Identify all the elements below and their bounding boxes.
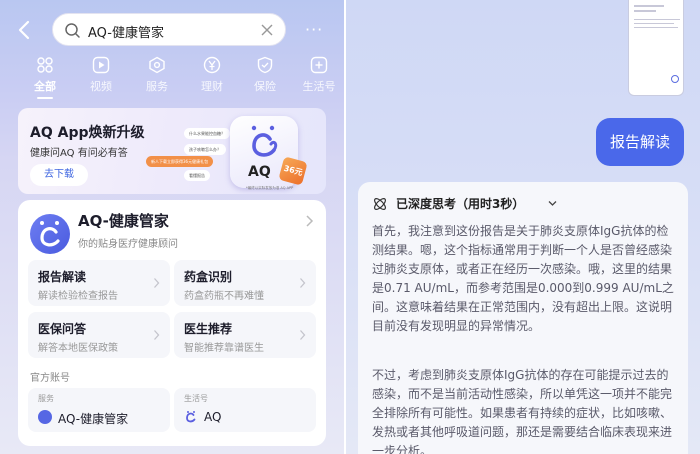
chevron-right-icon [154, 278, 160, 288]
category-tabs: 全部 视频 服务 理财 保险 生活号 [0, 56, 344, 100]
deep-think-icon [374, 198, 386, 210]
service-card: AQ-健康管家 你的贴身医疗健康顾问 报告解读 解读检验检查报告 药盒识别 药盒… [18, 200, 326, 446]
zoom-icon[interactable] [671, 75, 679, 83]
search-input[interactable]: AQ-健康管家 [52, 13, 286, 46]
tile-subtitle: 解读检验检查报告 [38, 291, 118, 302]
search-query-text: AQ-健康管家 [88, 26, 164, 41]
aq-logo-icon [186, 411, 196, 423]
chevron-right-icon [300, 278, 306, 288]
tile-subtitle: 解答本地医保政策 [38, 343, 118, 354]
play-icon [92, 56, 110, 74]
thinking-paragraph: 首先，我注意到这份报告是关于肺炎支原体IgG抗体的检测结果。嗯，这个指标通常用于… [372, 224, 674, 333]
tile-title: 报告解读 [38, 270, 87, 284]
tile-subtitle: 药盒药瓶不再难懂 [184, 291, 264, 302]
banner-fineprint: *最终以实际发放为准 AQ APP [246, 186, 294, 190]
thinking-status: 已深度思考（用时3秒） [396, 197, 525, 211]
grid-icon [37, 57, 53, 73]
tile-subtitle: 智能推荐靠谱医生 [184, 343, 264, 354]
alipay-search-pane: AQ-健康管家 ··· 全部 视频 服务 理财 保险 生活号 AQ App焕新升… [0, 0, 344, 454]
tab-label: 服务 [146, 80, 168, 93]
tab-label: 理财 [201, 80, 223, 93]
life-icon [310, 56, 328, 74]
tab-insurance[interactable]: 保险 [238, 56, 292, 94]
doctor-recommend-tile[interactable]: 医生推荐 智能推荐靠谱医生 [174, 312, 316, 358]
ai-answer-card: 已深度思考（用时3秒） 首先，我注意到这份报告是关于肺炎支原体IgG抗体的检测结… [358, 182, 688, 454]
tab-all[interactable]: 全部 [18, 56, 72, 99]
life-account-item[interactable]: 生活号 AQ [174, 388, 316, 432]
chevron-right-icon [154, 330, 160, 340]
tab-service[interactable]: 服务 [130, 56, 184, 94]
official-accounts-label: 官方账号 [30, 373, 70, 384]
pillbox-recognition-tile[interactable]: 药盒识别 药盒药瓶不再难懂 [174, 260, 316, 306]
user-message-bubble: 报告解读 [596, 118, 684, 166]
back-arrow-icon[interactable] [14, 18, 36, 42]
chevron-right-icon [300, 330, 306, 340]
banner-gift-pill: 新人下载立即获得36元健康礼包 [146, 156, 214, 167]
report-interpret-tile[interactable]: 报告解读 解读检验检查报告 [28, 260, 170, 306]
chevron-right-icon[interactable] [304, 214, 314, 228]
tab-label: 保险 [254, 80, 276, 93]
tab-label: 生活号 [302, 80, 336, 93]
aq-logo-icon [251, 125, 278, 157]
tab-label: 全部 [34, 80, 56, 93]
aq-chat-pane: 报告解读 已深度思考（用时3秒） 首先，我注意到这份报告是关于肺炎支原体IgG抗… [346, 0, 700, 454]
account-name: AQ-健康管家 [58, 412, 129, 426]
tile-title: 医保问答 [38, 322, 87, 336]
download-button[interactable]: 去下载 [30, 164, 88, 186]
tab-life[interactable]: 生活号 [292, 56, 344, 94]
banner-pill: 什么水果能控血糖？ [184, 128, 230, 139]
tab-video[interactable]: 视频 [74, 56, 128, 94]
app-upgrade-banner[interactable]: AQ App焕新升级 健康问AQ 有问必有答 去下载 什么水果能控血糖？ 孩子咳… [18, 108, 326, 194]
service-name[interactable]: AQ-健康管家 [78, 210, 169, 231]
banner-pill: 孩子咳嗽怎么办？ [184, 144, 226, 155]
shield-icon [257, 56, 273, 74]
yen-icon [203, 56, 221, 74]
service-tagline: 你的贴身医疗健康顾问 [78, 239, 178, 250]
clear-icon[interactable] [259, 22, 275, 38]
account-type: 生活号 [184, 394, 208, 403]
tab-finance[interactable]: 理财 [185, 56, 239, 94]
search-icon [65, 23, 80, 38]
chevron-down-icon [548, 201, 557, 206]
report-image-thumbnail[interactable] [628, 0, 684, 96]
aq-logo-icon [30, 214, 70, 254]
service-icon [149, 56, 165, 74]
medical-insurance-qa-tile[interactable]: 医保问答 解答本地医保政策 [28, 312, 170, 358]
app-name: AQ [248, 164, 271, 180]
thinking-paragraph: 不过，考虑到肺炎支原体IgG抗体的存在可能提示过去的感染，而不是当前活动性感染，… [372, 368, 673, 454]
banner-subtitle: 健康问AQ 有问必有答 [30, 148, 128, 159]
tile-title: 医生推荐 [184, 322, 233, 336]
banner-title: AQ App焕新升级 [30, 125, 145, 141]
service-account-item[interactable]: 服务 AQ-健康管家 [28, 388, 170, 432]
aq-logo-icon [38, 410, 52, 424]
search-bar-row: AQ-健康管家 ··· [0, 12, 344, 48]
tab-label: 视频 [90, 80, 112, 93]
tile-title: 药盒识别 [184, 270, 233, 284]
more-menu-button[interactable]: ··· [305, 20, 323, 39]
banner-pill: 看懂报告 [184, 170, 210, 181]
account-type: 服务 [38, 394, 54, 403]
account-name: AQ [204, 410, 222, 424]
